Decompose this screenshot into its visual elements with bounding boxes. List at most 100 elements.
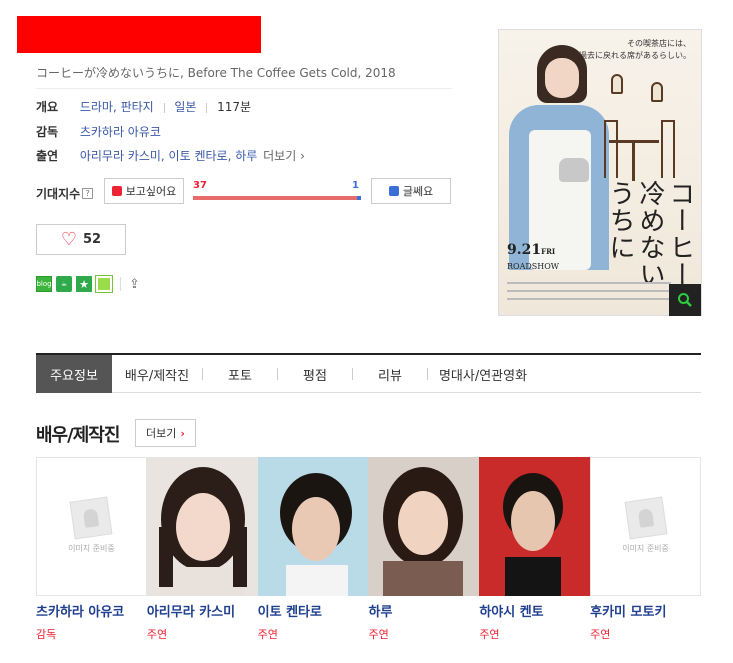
band-share-icon[interactable] xyxy=(95,275,113,293)
cast-name-link[interactable]: 하야시 켄토 xyxy=(479,601,584,620)
cast-item: 후카미 모토키 주연 xyxy=(590,601,701,642)
person-photo-icon xyxy=(257,457,369,596)
director-label: 감독 xyxy=(36,125,59,139)
person-photo-icon xyxy=(146,457,258,596)
divider xyxy=(120,277,121,291)
tab-main-info[interactable]: 주요정보 xyxy=(36,355,112,393)
cast-role: 주연 xyxy=(590,628,611,641)
separator xyxy=(206,102,208,113)
runtime: 117분 xyxy=(217,100,252,114)
cast-item: 아리무라 카스미 주연 xyxy=(147,601,258,642)
cast-label: 출연 xyxy=(36,149,59,163)
cast-photo[interactable] xyxy=(368,457,480,596)
movie-poster[interactable]: その喫茶店には、 過去に戻れる席があるらしい。 コーヒーが 冷めない うちに 9… xyxy=(498,29,702,316)
cast-photo[interactable] xyxy=(479,457,591,596)
cast-role: 주연 xyxy=(368,628,389,641)
star-share-icon[interactable]: ★ xyxy=(76,276,92,292)
share-icon[interactable]: ⇪ xyxy=(129,277,140,292)
cast-photo[interactable] xyxy=(257,457,369,596)
zoom-button[interactable] xyxy=(669,284,701,316)
cast-more-button[interactable]: 더보기 › xyxy=(135,419,196,447)
bar-fill-want xyxy=(193,196,357,200)
chevron-right-icon: › xyxy=(300,149,305,163)
cast-photo-list: 이미지 준비중 이미지 준비중 xyxy=(36,457,701,596)
cast-photo-placeholder[interactable]: 이미지 준비중 xyxy=(36,457,147,596)
movie-tabs: 주요정보 배우/제작진 포토 평점 리뷰 명대사/연관영화 xyxy=(36,353,701,393)
genre-link[interactable]: 드라마, 판타지 xyxy=(80,100,154,114)
want-count: 37 xyxy=(193,180,207,191)
help-icon[interactable]: ? xyxy=(82,188,94,199)
expectation-label: 기대지수 xyxy=(36,187,81,201)
cast-photo[interactable] xyxy=(146,457,258,596)
poster-release-date: 9.21FRI xyxy=(507,242,555,258)
chevron-right-icon: › xyxy=(180,426,185,440)
info-director-row: 감독 츠카하라 아유코 xyxy=(36,123,161,140)
poster-face xyxy=(545,58,579,98)
poster-roadshow: ROADSHOW xyxy=(507,262,560,271)
cast-name-link[interactable]: 이토 켄타로 xyxy=(258,601,363,620)
info-cast-row: 출연 아리무라 카스미, 이토 켄타로, 하루 더보기 › xyxy=(36,147,305,164)
thumbs-up-icon xyxy=(111,186,122,196)
blog-share-icon[interactable]: blog xyxy=(36,276,52,292)
cast-name-link[interactable]: 츠카하라 아유코 xyxy=(36,601,141,620)
person-placeholder-icon xyxy=(624,496,668,540)
expectation-bar: 37 1 xyxy=(193,180,361,202)
tab-rating[interactable]: 평점 xyxy=(278,355,352,393)
poster-credits xyxy=(507,290,671,292)
cast-role: 주연 xyxy=(146,628,168,641)
cast-item: 하야시 켄토 주연 xyxy=(479,601,590,642)
kettle-icon xyxy=(559,158,589,182)
director-link[interactable]: 츠카하라 아유코 xyxy=(80,125,161,139)
not-sure-button[interactable]: 글쎄요 xyxy=(371,178,451,204)
like-button[interactable]: ♡ 52 xyxy=(36,224,126,255)
cast-item: 이토 켄타로 주연 xyxy=(258,601,369,642)
cast-name-link[interactable]: 아리무라 카스미 xyxy=(147,601,252,620)
redacted-title xyxy=(17,16,261,53)
cast-name-list: 츠카하라 아유코 감독 아리무라 카스미 주연 이토 켄타로 주연 하루 주연 … xyxy=(36,601,701,642)
more-label: 더보기 xyxy=(146,427,177,440)
want-to-see-label: 보고싶어요 xyxy=(125,185,177,198)
placeholder-text: 이미지 준비중 xyxy=(68,544,115,553)
cast-name-link[interactable]: 하루 xyxy=(368,601,473,620)
person-photo-icon xyxy=(368,457,480,596)
table-icon xyxy=(609,140,659,181)
overview-label: 개요 xyxy=(36,100,59,114)
poster-tagline-line: 過去に戻れる席があるらしい。 xyxy=(579,51,691,60)
want-to-see-button[interactable]: 보고싶어요 xyxy=(104,178,184,204)
divider xyxy=(36,88,452,89)
tab-quotes-related[interactable]: 명대사/연관영화 xyxy=(428,355,538,393)
tab-review[interactable]: 리뷰 xyxy=(353,355,427,393)
release-day: FRI xyxy=(541,247,556,256)
expectation-label-group: 기대지수 ? xyxy=(36,185,94,202)
cast-more-link[interactable]: 더보기 › xyxy=(263,149,305,163)
poster-tagline: その喫茶店には、 過去に戻れる席があるらしい。 xyxy=(579,38,691,62)
poster-tagline-line: その喫茶店には、 xyxy=(627,39,691,48)
person-placeholder-icon xyxy=(69,496,113,540)
cast-link[interactable]: 아리무라 카스미, 이토 켄타로, 하루 xyxy=(80,149,257,163)
cafe-share-icon[interactable]: ☕ xyxy=(56,276,72,292)
placeholder-text: 이미지 준비중 xyxy=(622,544,669,553)
share-bar: blog ☕ ★ ⇪ xyxy=(36,275,140,293)
tab-photo[interactable]: 포토 xyxy=(203,355,277,393)
cast-item: 츠카하라 아유코 감독 xyxy=(36,601,147,642)
cast-photo-placeholder[interactable]: 이미지 준비중 xyxy=(590,457,701,596)
clock-icon xyxy=(651,82,663,102)
chair-icon xyxy=(661,120,675,178)
cast-more-label: 더보기 xyxy=(263,149,297,163)
cast-role: 주연 xyxy=(479,628,500,641)
person-photo-icon xyxy=(479,457,591,596)
clock-icon xyxy=(611,74,623,94)
section-title: 배우/제작진 xyxy=(36,425,120,446)
country-link[interactable]: 일본 xyxy=(174,100,196,114)
poster-title-col: 冷めない xyxy=(635,180,665,288)
bar-track xyxy=(193,196,361,200)
poster-title-col: うちに xyxy=(605,180,635,261)
not-sure-label: 글쎄요 xyxy=(402,185,434,198)
cast-role: 주연 xyxy=(257,628,278,641)
heart-icon: ♡ xyxy=(60,228,78,250)
separator xyxy=(163,102,165,113)
no-count: 1 xyxy=(352,180,359,191)
tab-cast-crew[interactable]: 배우/제작진 xyxy=(112,355,202,393)
cast-role: 감독 xyxy=(36,628,57,641)
cast-name-link[interactable]: 후카미 모토키 xyxy=(590,601,695,620)
